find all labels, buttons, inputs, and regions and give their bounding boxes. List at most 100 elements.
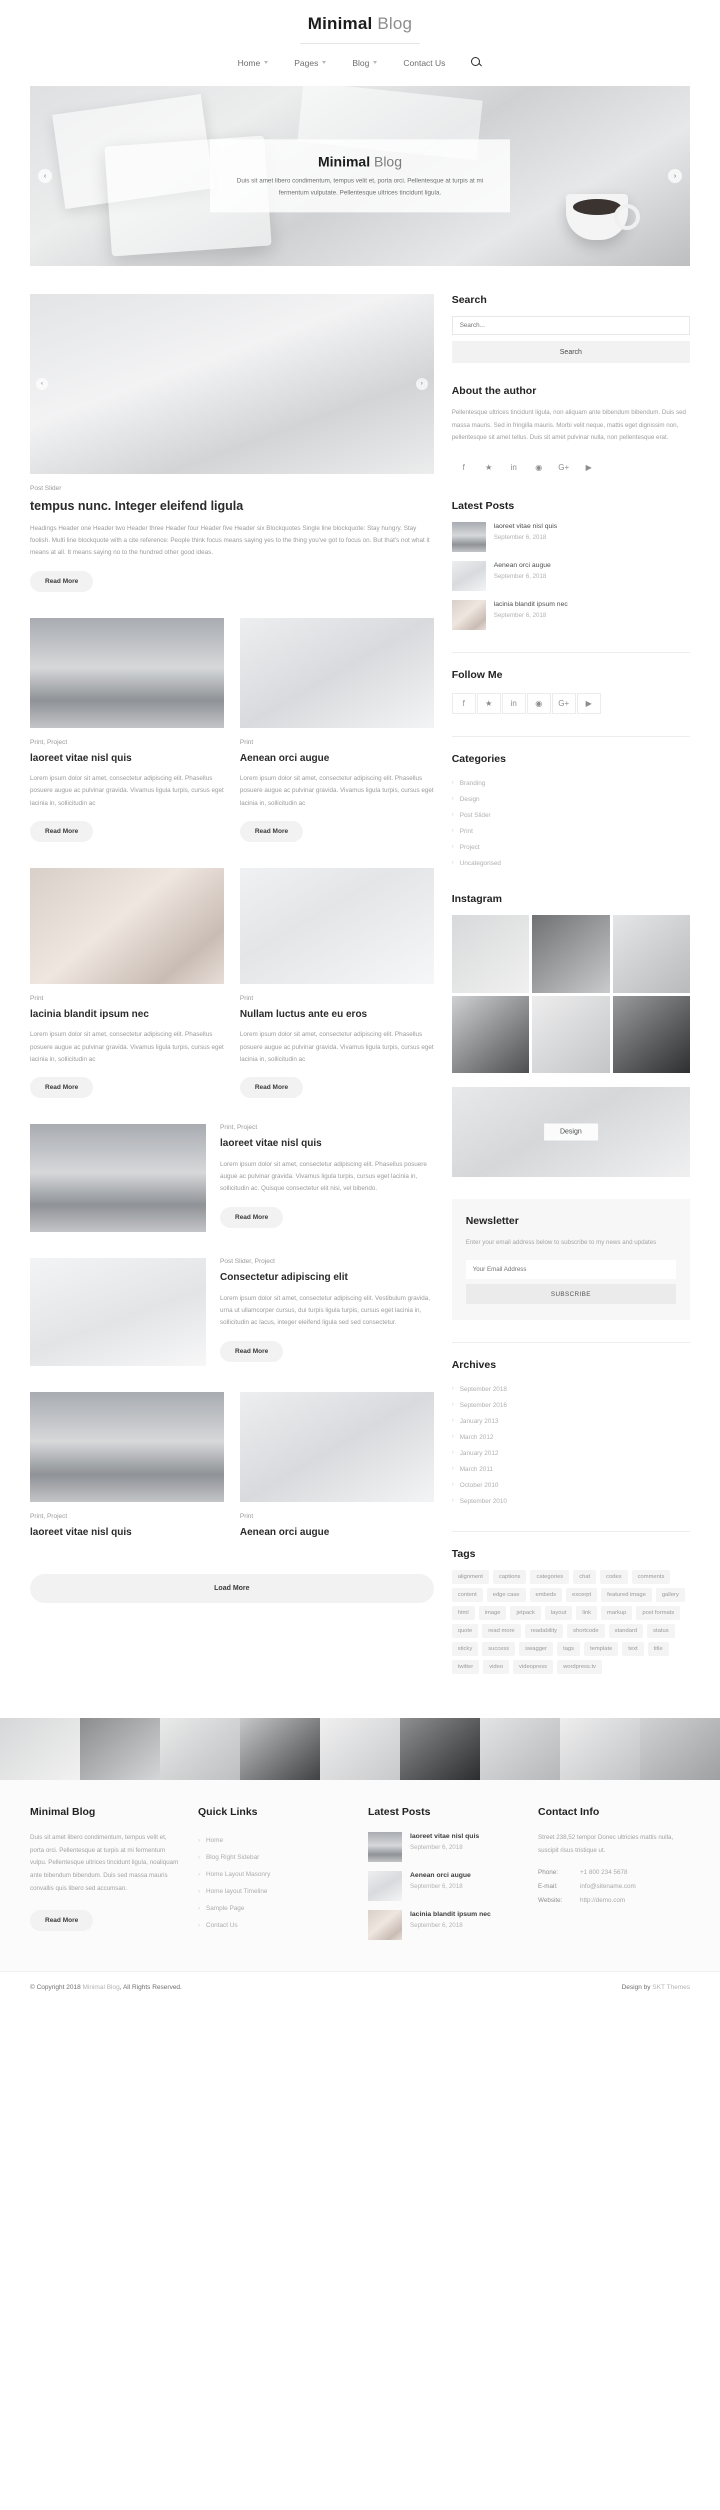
instagram-strip-tile[interactable] [400, 1718, 480, 1781]
twitter-icon[interactable]: ★ [476, 693, 501, 715]
nav-item-pages[interactable]: Pages [294, 58, 327, 68]
quick-link-item[interactable]: › Blog Right Sidebar [198, 1849, 350, 1866]
tag-item[interactable]: quote [451, 1624, 479, 1639]
archive-item[interactable]: › January 2012 [452, 1445, 690, 1461]
post-title[interactable]: tempus nunc. Integer eleifend ligula [30, 498, 434, 515]
archive-item[interactable]: › October 2010 [452, 1477, 690, 1493]
post-category[interactable]: Print [240, 995, 434, 1002]
tag-item[interactable]: codex [600, 1570, 628, 1585]
post-category[interactable]: Post Slider, Project [220, 1258, 434, 1265]
post-title[interactable]: Nullam luctus ante eu eros [240, 1008, 434, 1022]
tag-item[interactable]: captions [492, 1570, 527, 1585]
archive-item[interactable]: › March 2011 [452, 1461, 690, 1477]
tag-item[interactable]: read more [482, 1624, 521, 1639]
post-category[interactable]: Print [240, 1513, 434, 1520]
linkedin-icon[interactable]: in [502, 457, 526, 478]
tag-item[interactable]: text [622, 1642, 644, 1657]
googleplus-icon[interactable]: G+ [552, 457, 576, 478]
tag-item[interactable]: success [482, 1642, 516, 1657]
pinterest-icon[interactable]: ◉ [526, 693, 551, 715]
tag-item[interactable]: excerpt [566, 1588, 598, 1603]
pinterest-icon[interactable]: ◉ [527, 457, 551, 478]
twitter-icon[interactable]: ★ [477, 457, 501, 478]
tag-item[interactable]: content [451, 1588, 483, 1603]
instagram-strip-tile[interactable] [80, 1718, 160, 1781]
instagram-strip-tile[interactable] [160, 1718, 240, 1781]
search-submit-button[interactable]: Search [451, 341, 690, 363]
footer-latest-post-item[interactable]: laoreet vitae nisl quis September 6, 201… [368, 1832, 520, 1863]
archive-item[interactable]: › September 2010 [452, 1493, 690, 1509]
tag-item[interactable]: image [478, 1606, 507, 1621]
read-more-button[interactable]: Read More [30, 1077, 94, 1099]
tag-item[interactable]: link [576, 1606, 598, 1621]
instagram-strip-tile[interactable] [480, 1718, 560, 1781]
tag-item[interactable]: embeds [529, 1588, 563, 1603]
footer-latest-post-item[interactable]: Aenean orci augue September 6, 2018 [368, 1871, 520, 1902]
category-item[interactable]: › Print [452, 823, 690, 839]
post-category[interactable]: Post Slider [30, 485, 434, 492]
instagram-strip-tile[interactable] [320, 1718, 400, 1781]
archive-item[interactable]: › January 2013 [452, 1413, 690, 1429]
tag-item[interactable]: edge case [486, 1588, 526, 1603]
newsletter-subscribe-button[interactable]: SUBSCRIBE [465, 1284, 676, 1305]
load-more-button[interactable]: Load More [30, 1573, 434, 1603]
tag-item[interactable]: alignment [451, 1570, 489, 1585]
instagram-strip-tile[interactable] [560, 1718, 640, 1781]
youtube-icon[interactable]: ▶ [577, 457, 601, 478]
category-item[interactable]: › Branding [452, 775, 690, 791]
read-more-button[interactable]: Read More [239, 820, 304, 842]
read-more-button[interactable]: Read More [220, 1340, 284, 1362]
post-title[interactable]: Consectetur adipiscing elit [220, 1271, 434, 1285]
tag-item[interactable]: comments [631, 1570, 671, 1585]
post-title[interactable]: Aenean orci augue [240, 752, 434, 766]
tag-item[interactable]: swagger [519, 1642, 554, 1657]
read-more-button[interactable]: Read More [220, 1206, 284, 1228]
archive-item[interactable]: › March 2012 [452, 1429, 690, 1445]
instagram-strip-tile[interactable] [240, 1718, 320, 1781]
tag-item[interactable]: wordpress.tv [557, 1660, 602, 1675]
instagram-strip-tile[interactable] [0, 1718, 80, 1781]
linkedin-icon[interactable]: in [501, 693, 526, 715]
tag-item[interactable]: twitter [451, 1660, 480, 1675]
instagram-tile[interactable] [532, 995, 610, 1073]
tag-item[interactable]: chat [573, 1570, 597, 1585]
instagram-tile[interactable] [451, 995, 530, 1073]
post-title[interactable]: Aenean orci augue [240, 1526, 434, 1540]
archive-item[interactable]: › September 2016 [452, 1397, 690, 1413]
category-item[interactable]: › Post Slider [452, 807, 690, 823]
quick-link-item[interactable]: › Contact Us [198, 1917, 350, 1934]
search-input[interactable] [451, 316, 690, 335]
post-slider-prev[interactable]: ‹ [36, 378, 48, 390]
quick-link-item[interactable]: › Home layout Timeline [198, 1883, 350, 1900]
design-credit-brand[interactable]: SKT Themes [652, 1984, 690, 1991]
post-category[interactable]: Print, Project [220, 1124, 434, 1131]
footer-read-more-button[interactable]: Read More [30, 1909, 94, 1931]
nav-item-contact-us[interactable]: Contact Us [403, 58, 445, 68]
sidebar-banner[interactable]: Design [451, 1086, 690, 1177]
footer-latest-post-item[interactable]: lacinia blandit ipsum nec September 6, 2… [368, 1910, 520, 1941]
post-category[interactable]: Print [30, 995, 224, 1002]
googleplus-icon[interactable]: G+ [551, 693, 576, 715]
latest-post-item[interactable]: laoreet vitae nisl quis September 6, 201… [451, 522, 690, 553]
tag-item[interactable]: markup [601, 1606, 633, 1621]
contact-value[interactable]: +1 800 234 5678 [580, 1869, 627, 1876]
quick-link-item[interactable]: › Home [198, 1832, 350, 1849]
nav-item-blog[interactable]: Blog [352, 58, 378, 68]
post-category[interactable]: Print, Project [30, 1513, 224, 1520]
read-more-button[interactable]: Read More [30, 820, 94, 842]
tag-item[interactable]: readability [524, 1624, 564, 1639]
tag-item[interactable]: gallery [655, 1588, 685, 1603]
instagram-tile[interactable] [451, 915, 530, 993]
youtube-icon[interactable]: ▶ [576, 693, 601, 715]
archive-item[interactable]: › September 2018 [452, 1381, 690, 1397]
category-item[interactable]: › Uncategorised [452, 855, 690, 871]
tag-item[interactable]: jetpack [510, 1606, 541, 1621]
quick-link-item[interactable]: › Home Layout Masonry [198, 1866, 350, 1883]
post-category[interactable]: Print, Project [30, 739, 224, 746]
post-title[interactable]: laoreet vitae nisl quis [30, 752, 224, 766]
instagram-tile[interactable] [612, 915, 691, 993]
facebook-icon[interactable]: f [452, 457, 476, 478]
tag-item[interactable]: tags [557, 1642, 581, 1657]
copyright-brand[interactable]: Minimal Blog [83, 1984, 120, 1991]
tag-item[interactable]: template [584, 1642, 619, 1657]
